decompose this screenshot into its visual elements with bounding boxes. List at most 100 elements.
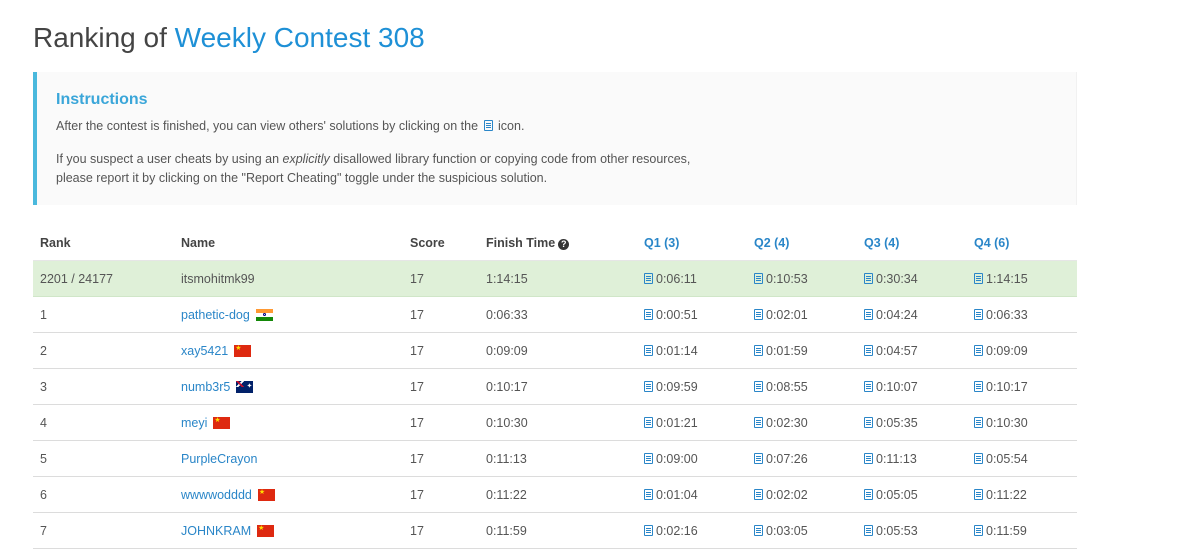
view-code-icon[interactable] [864, 380, 873, 392]
view-code-icon[interactable] [644, 308, 653, 320]
header-finish-time-label: Finish Time [486, 235, 556, 250]
header-q3[interactable]: Q3 (4) [857, 225, 967, 261]
table-row: 7JOHNKRAM170:11:590:02:160:03:050:05:530… [33, 512, 1077, 549]
q4-cell: 0:10:17 [967, 368, 1077, 405]
q2-time: 0:02:02 [766, 487, 808, 502]
view-code-icon[interactable] [864, 272, 873, 284]
contest-link[interactable]: Weekly Contest 308 [175, 22, 425, 53]
q4-cell: 0:11:22 [967, 476, 1077, 513]
rank-cell: 2 [33, 332, 174, 369]
view-code-icon[interactable] [864, 344, 873, 356]
view-code-icon[interactable] [644, 488, 653, 500]
q3-time: 0:05:53 [876, 523, 918, 538]
view-code-icon[interactable] [644, 272, 653, 284]
q4-cell: 1:14:15 [967, 260, 1077, 297]
finish-time-cell: 0:11:22 [479, 476, 637, 513]
view-code-icon[interactable] [864, 488, 873, 500]
header-q2[interactable]: Q2 (4) [747, 225, 857, 261]
q2-time: 0:08:55 [766, 379, 808, 394]
view-code-icon[interactable] [644, 524, 653, 536]
q4-cell: 0:05:54 [967, 440, 1077, 477]
q1-cell: 0:09:00 [637, 440, 747, 477]
q1-time: 0:01:14 [656, 343, 698, 358]
australia-flag-icon [236, 380, 254, 393]
header-finish-time: Finish Time? [479, 225, 637, 261]
view-code-icon[interactable] [754, 488, 763, 500]
score-cell: 17 [403, 476, 479, 513]
instr-p1-before: After the contest is finished, you can v… [56, 119, 479, 133]
q1-time: 0:09:00 [656, 451, 698, 466]
view-code-icon[interactable] [644, 416, 653, 428]
user-link[interactable]: xay5421 [181, 344, 228, 358]
score-cell: 17 [403, 332, 479, 369]
q4-time: 0:09:09 [986, 343, 1028, 358]
view-code-icon[interactable] [974, 416, 983, 428]
table-row: 3numb3r5170:10:170:09:590:08:550:10:070:… [33, 368, 1077, 405]
q4-time: 0:11:22 [986, 487, 1027, 502]
view-code-icon[interactable] [754, 308, 763, 320]
name-cell: pathetic-dog [174, 296, 403, 333]
q2-cell: 0:02:02 [747, 476, 857, 513]
score-cell: 17 [403, 368, 479, 405]
user-link[interactable]: pathetic-dog [181, 308, 250, 322]
china-flag-icon [257, 487, 275, 501]
header-q1[interactable]: Q1 (3) [637, 225, 747, 261]
view-code-icon[interactable] [644, 452, 653, 464]
header-rank: Rank [33, 225, 174, 261]
finish-time-cell: 0:11:13 [479, 440, 637, 477]
name-cell: PurpleCrayon [174, 440, 403, 477]
q1-time: 0:01:04 [656, 487, 698, 502]
view-code-icon[interactable] [974, 272, 983, 284]
user-link[interactable]: meyi [181, 416, 207, 430]
view-code-icon[interactable] [754, 380, 763, 392]
score-cell: 17 [403, 404, 479, 441]
help-icon[interactable]: ? [558, 238, 570, 250]
q2-cell: 0:08:55 [747, 368, 857, 405]
view-code-icon[interactable] [754, 344, 763, 356]
view-code-icon[interactable] [864, 308, 873, 320]
q2-cell: 0:07:26 [747, 440, 857, 477]
finish-time-cell: 0:10:17 [479, 368, 637, 405]
view-code-icon[interactable] [864, 452, 873, 464]
user-link[interactable]: PurpleCrayon [181, 452, 257, 466]
instructions-title: Instructions [56, 91, 148, 108]
view-code-icon[interactable] [974, 308, 983, 320]
view-code-icon[interactable] [974, 344, 983, 356]
header-name: Name [174, 225, 403, 261]
page-title: Ranking of Weekly Contest 308 [33, 20, 425, 56]
view-code-icon[interactable] [754, 524, 763, 536]
view-code-icon[interactable] [974, 452, 983, 464]
q4-time: 0:05:54 [986, 451, 1028, 466]
view-code-icon[interactable] [754, 272, 763, 284]
view-code-icon[interactable] [864, 416, 873, 428]
view-code-icon[interactable] [974, 488, 983, 500]
q3-cell: 0:04:24 [857, 296, 967, 333]
china-flag-icon [257, 523, 275, 537]
q1-cell: 0:06:11 [637, 260, 747, 297]
user-link[interactable]: JOHNKRAM [181, 524, 251, 538]
rank-cell: 1 [33, 296, 174, 333]
view-code-icon[interactable] [754, 416, 763, 428]
header-score: Score [403, 225, 479, 261]
finish-time-cell: 1:14:15 [479, 260, 637, 297]
view-code-icon[interactable] [864, 524, 873, 536]
q1-cell: 0:02:16 [637, 512, 747, 549]
user-link[interactable]: numb3r5 [181, 380, 230, 394]
header-q4[interactable]: Q4 (6) [967, 225, 1077, 261]
score-cell: 17 [403, 440, 479, 477]
view-code-icon[interactable] [644, 380, 653, 392]
q2-time: 0:07:26 [766, 451, 808, 466]
finish-time-cell: 0:06:33 [479, 296, 637, 333]
view-code-icon[interactable] [974, 380, 983, 392]
q4-time: 0:10:17 [986, 379, 1028, 394]
q3-cell: 0:04:57 [857, 332, 967, 369]
q1-cell: 0:01:14 [637, 332, 747, 369]
rank-cell: 3 [33, 368, 174, 405]
view-code-icon[interactable] [754, 452, 763, 464]
instr-p2-b: disallowed library function or copying c… [333, 152, 691, 166]
view-code-icon[interactable] [974, 524, 983, 536]
my-rank-row: 2201 / 24177 itsmohitmk99 17 1:14:15 0:06:11… [33, 260, 1077, 297]
user-link[interactable]: wwwwodddd [181, 488, 252, 502]
table-header-row: Rank Name Score Finish Time? Q1 (3) Q2 (… [33, 225, 1077, 261]
view-code-icon[interactable] [644, 344, 653, 356]
